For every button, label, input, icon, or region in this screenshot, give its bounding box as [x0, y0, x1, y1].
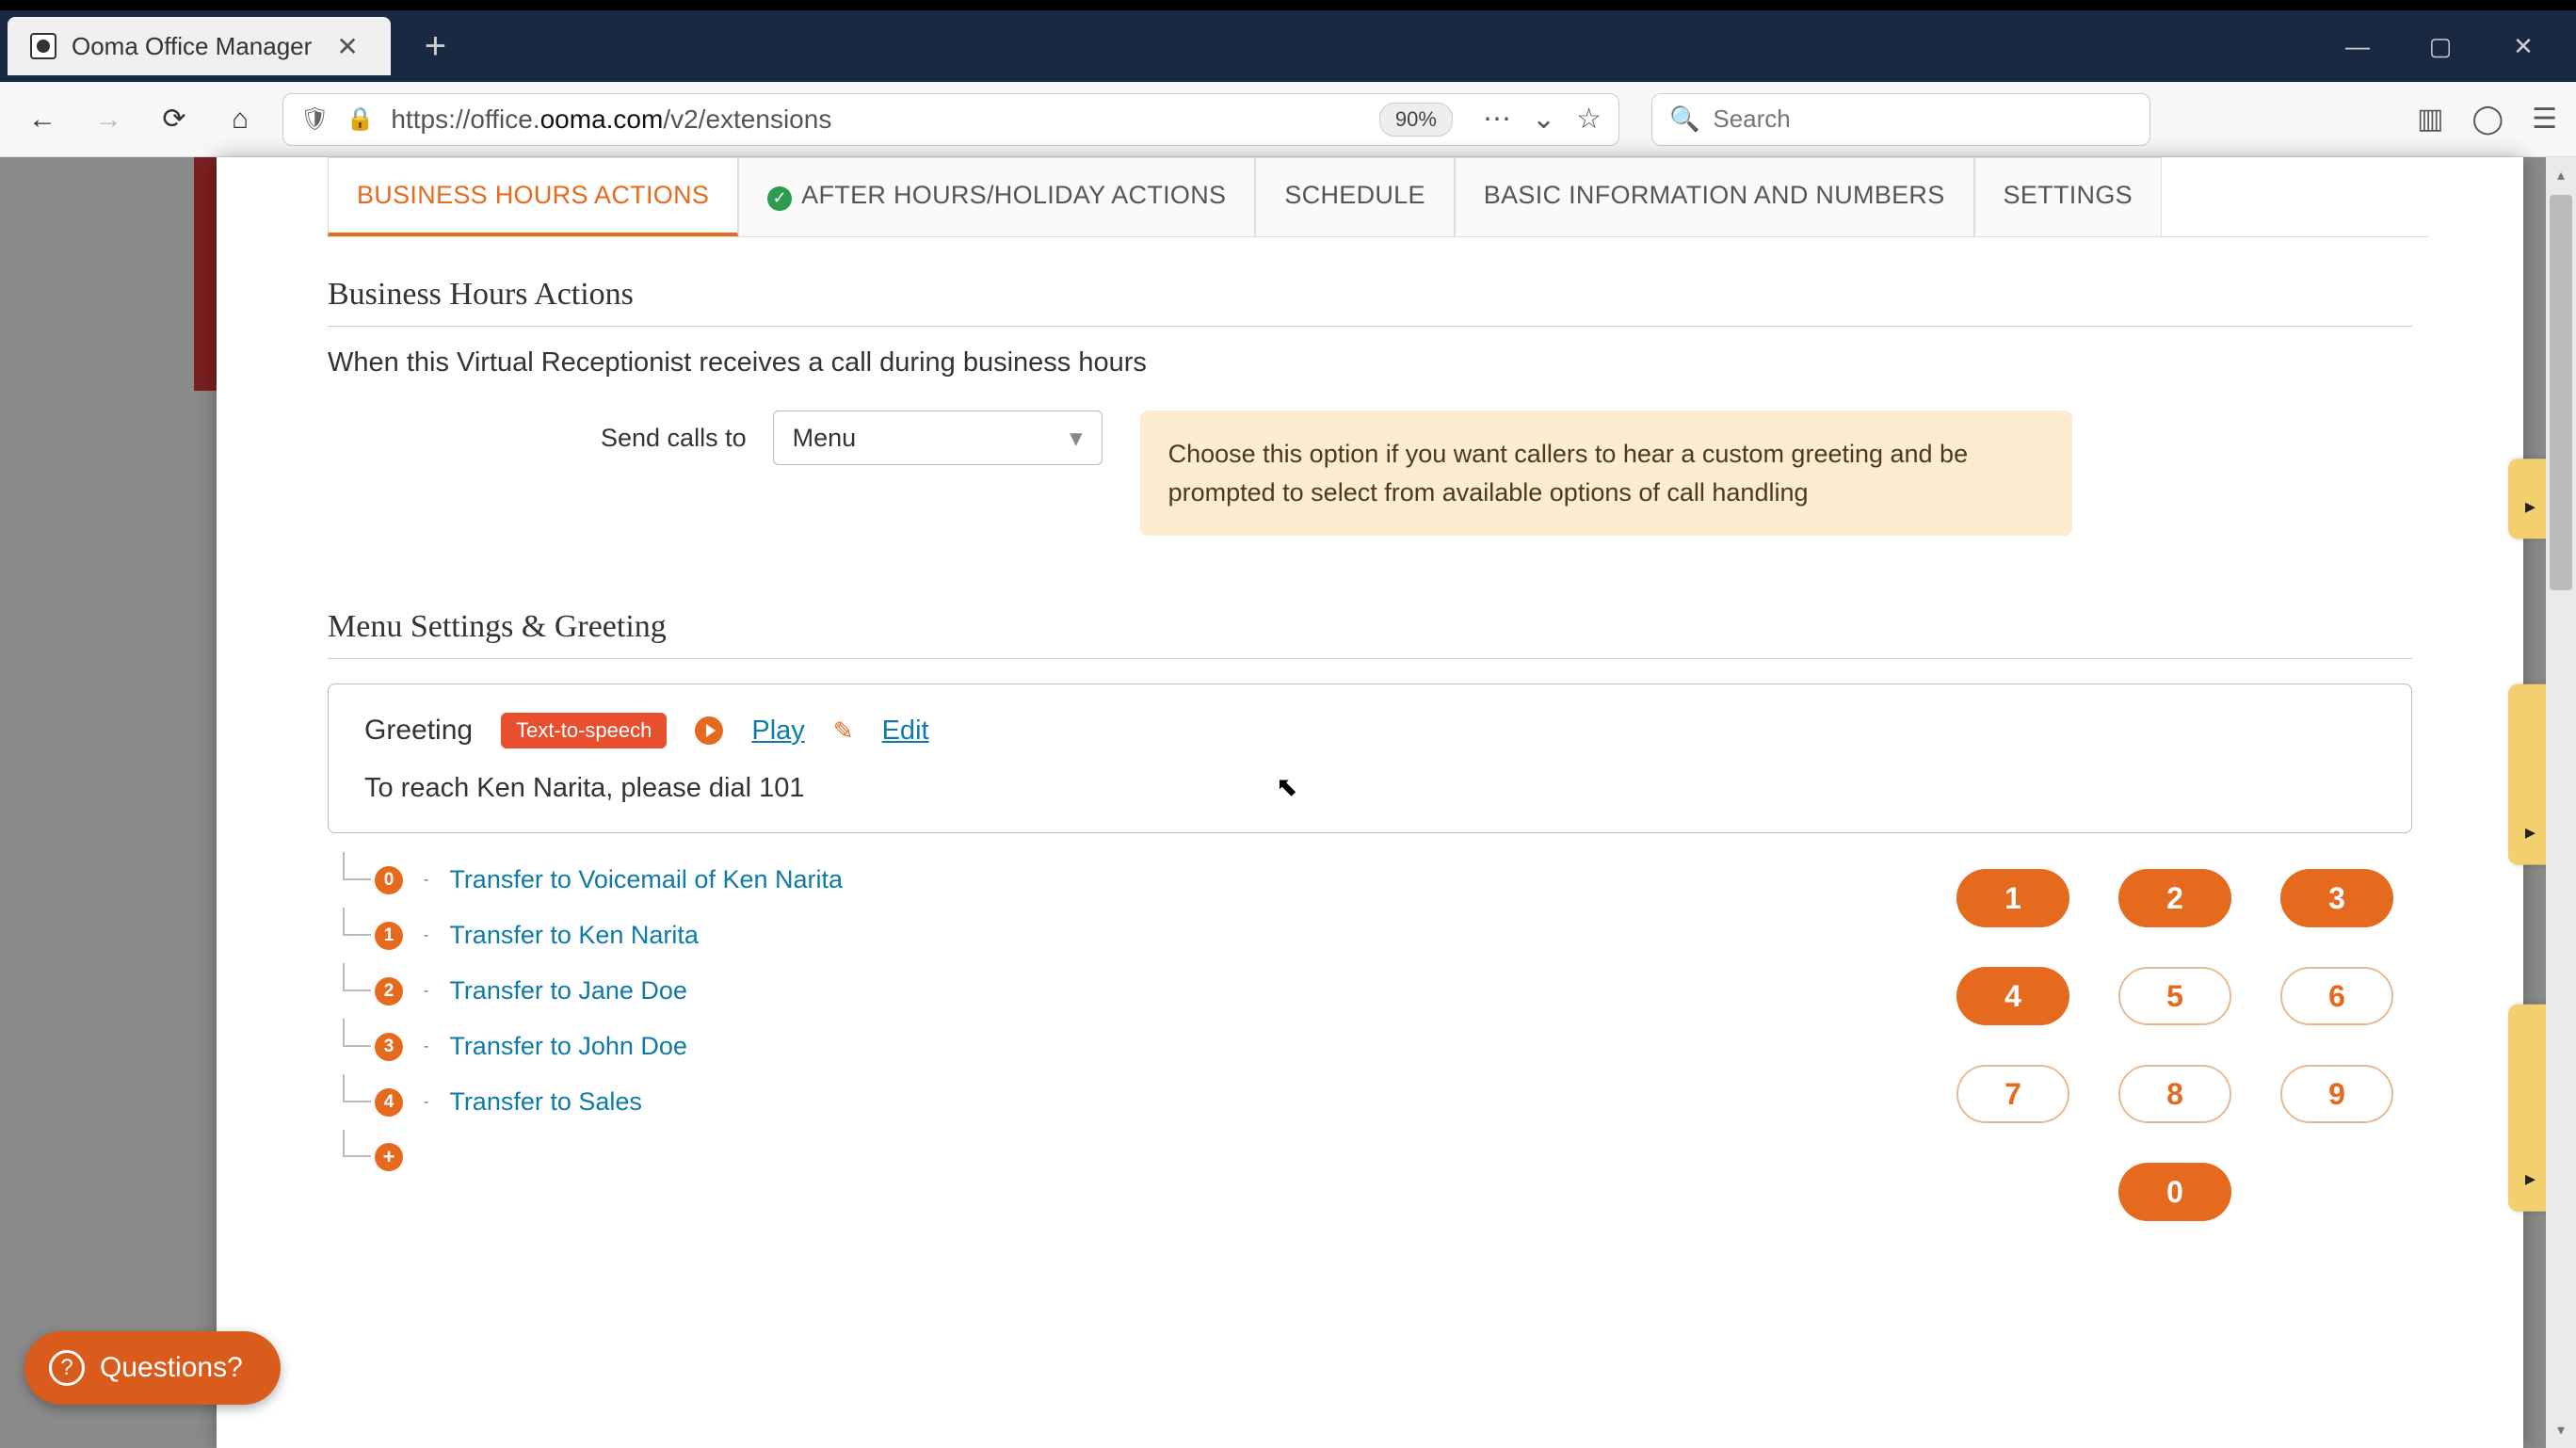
menu-icon[interactable]: ☰: [2532, 103, 2557, 136]
chevron-down-icon: ▾: [1070, 424, 1083, 453]
greeting-card: Greeting Text-to-speech Play ✎ Edit To r…: [328, 684, 2412, 833]
tree-row[interactable]: 2 - Transfer to Jane Doe: [375, 963, 1900, 1019]
search-icon: 🔍: [1669, 105, 1699, 134]
scroll-up-icon[interactable]: ▴: [2546, 161, 2576, 189]
zoom-badge[interactable]: 90%: [1379, 103, 1453, 137]
vertical-scrollbar[interactable]: ▴ ▾: [2546, 157, 2576, 1448]
questions-button[interactable]: ? Questions?: [24, 1331, 281, 1405]
close-tab-icon[interactable]: ✕: [327, 25, 367, 68]
section-subtitle: When this Virtual Receptionist receives …: [328, 327, 2412, 386]
key-badge: 4: [375, 1088, 403, 1117]
tab-schedule[interactable]: SCHEDULE: [1255, 157, 1454, 236]
tab-after-hours[interactable]: ✓AFTER HOURS/HOLIDAY ACTIONS: [738, 157, 1255, 236]
tab-favicon-icon: [30, 33, 56, 59]
back-button[interactable]: ←: [19, 96, 66, 143]
browser-tab[interactable]: Ooma Office Manager ✕: [8, 17, 391, 75]
send-calls-label: Send calls to: [601, 424, 747, 453]
tree-row[interactable]: 4 - Transfer to Sales: [375, 1074, 1900, 1130]
add-menu-item-button[interactable]: +: [375, 1143, 403, 1171]
keypad-8[interactable]: 8: [2118, 1065, 2231, 1123]
window-minimize-icon[interactable]: —: [2335, 24, 2380, 69]
library-icon[interactable]: ▥: [2417, 103, 2443, 136]
lock-icon[interactable]: 🔒: [346, 105, 374, 133]
tab-settings[interactable]: SETTINGS: [1974, 157, 2162, 236]
pencil-icon[interactable]: ✎: [833, 716, 854, 746]
virtual-receptionist-tabs: BUSINESS HOURS ACTIONS ✓AFTER HOURS/HOLI…: [328, 157, 2429, 237]
keypad-9[interactable]: 9: [2280, 1065, 2393, 1123]
scroll-down-icon[interactable]: ▾: [2546, 1416, 2576, 1444]
tab-basic-info[interactable]: BASIC INFORMATION AND NUMBERS: [1455, 157, 1974, 236]
tree-row[interactable]: 3 - Transfer to John Doe: [375, 1019, 1900, 1074]
question-icon: ?: [49, 1350, 85, 1386]
address-bar[interactable]: 🛡 🔒 https://office.ooma.com/v2/extension…: [282, 93, 1619, 146]
browser-nav-bar: ← → ⟳ ⌂ 🛡 🔒 https://office.ooma.com/v2/e…: [0, 82, 2576, 157]
url-text: https://office.ooma.com/v2/extensions: [391, 105, 831, 135]
key-badge: 2: [375, 977, 403, 1006]
shield-icon[interactable]: 🛡: [300, 105, 329, 133]
scroll-thumb[interactable]: [2550, 195, 2572, 590]
tree-row[interactable]: 0 - Transfer to Voicemail of Ken Narita: [375, 852, 1900, 908]
window-close-icon[interactable]: ✕: [2501, 24, 2546, 69]
send-calls-select[interactable]: Menu ▾: [773, 410, 1103, 465]
info-callout: Choose this option if you want callers t…: [1140, 410, 2072, 536]
tree-row[interactable]: 1 - Transfer to Ken Narita: [375, 908, 1900, 963]
tree-label[interactable]: Transfer to John Doe: [449, 1032, 687, 1061]
account-icon[interactable]: ◯: [2472, 103, 2504, 136]
tts-badge: Text-to-speech: [501, 713, 667, 748]
home-button[interactable]: ⌂: [217, 96, 264, 143]
forward-button: →: [85, 96, 132, 143]
play-icon[interactable]: [695, 716, 723, 745]
keypad-3[interactable]: 3: [2280, 869, 2393, 927]
menu-section-title: Menu Settings & Greeting: [328, 592, 2412, 659]
send-calls-value: Menu: [793, 424, 857, 453]
key-badge: 0: [375, 866, 403, 894]
search-bar[interactable]: 🔍: [1651, 93, 2150, 146]
bookmark-icon[interactable]: ☆: [1576, 103, 1602, 136]
keypad-1[interactable]: 1: [1956, 869, 2069, 927]
check-icon: ✓: [767, 186, 792, 211]
keypad-4[interactable]: 4: [1956, 967, 2069, 1025]
tab-title: Ooma Office Manager: [72, 32, 312, 61]
tab-business-hours[interactable]: BUSINESS HOURS ACTIONS: [328, 157, 738, 236]
keypad-5[interactable]: 5: [2118, 967, 2231, 1025]
keypad-0[interactable]: 0: [2118, 1163, 2231, 1221]
tree-label[interactable]: Transfer to Voicemail of Ken Narita: [449, 865, 843, 894]
greeting-label: Greeting: [364, 715, 473, 747]
menu-tree: 0 - Transfer to Voicemail of Ken Narita …: [328, 852, 1900, 1221]
chevron-left-icon: ◂: [2518, 1033, 2542, 1193]
window-maximize-icon[interactable]: ▢: [2418, 24, 2463, 69]
greeting-text: To reach Ken Narita, please dial 101: [364, 773, 2375, 804]
search-input[interactable]: [1713, 105, 2133, 134]
page-actions-icon[interactable]: ⋯: [1483, 103, 1511, 136]
chevron-left-icon: ◂: [2518, 487, 2542, 520]
tree-label[interactable]: Transfer to Jane Doe: [449, 976, 687, 1006]
play-link[interactable]: Play: [751, 716, 804, 747]
key-badge: 1: [375, 922, 403, 950]
tree-label[interactable]: Transfer to Ken Narita: [449, 921, 699, 950]
section-title: Business Hours Actions: [328, 260, 2412, 327]
keypad: 1 2 3 4 5 6 7 8 9 0: [1956, 852, 2393, 1221]
pocket-icon[interactable]: ⌄: [1532, 103, 1555, 136]
new-tab-button[interactable]: +: [410, 18, 461, 75]
browser-tab-bar: Ooma Office Manager ✕ + — ▢ ✕: [0, 10, 2576, 82]
keypad-7[interactable]: 7: [1956, 1065, 2069, 1123]
keypad-6[interactable]: 6: [2280, 967, 2393, 1025]
tree-label[interactable]: Transfer to Sales: [449, 1087, 642, 1117]
reload-button[interactable]: ⟳: [151, 96, 198, 143]
keypad-2[interactable]: 2: [2118, 869, 2231, 927]
chevron-left-icon: ◂: [2518, 713, 2542, 846]
page-content: BUSINESS HOURS ACTIONS ✓AFTER HOURS/HOLI…: [217, 157, 2523, 1448]
edit-link[interactable]: Edit: [882, 716, 929, 747]
key-badge: 3: [375, 1033, 403, 1061]
